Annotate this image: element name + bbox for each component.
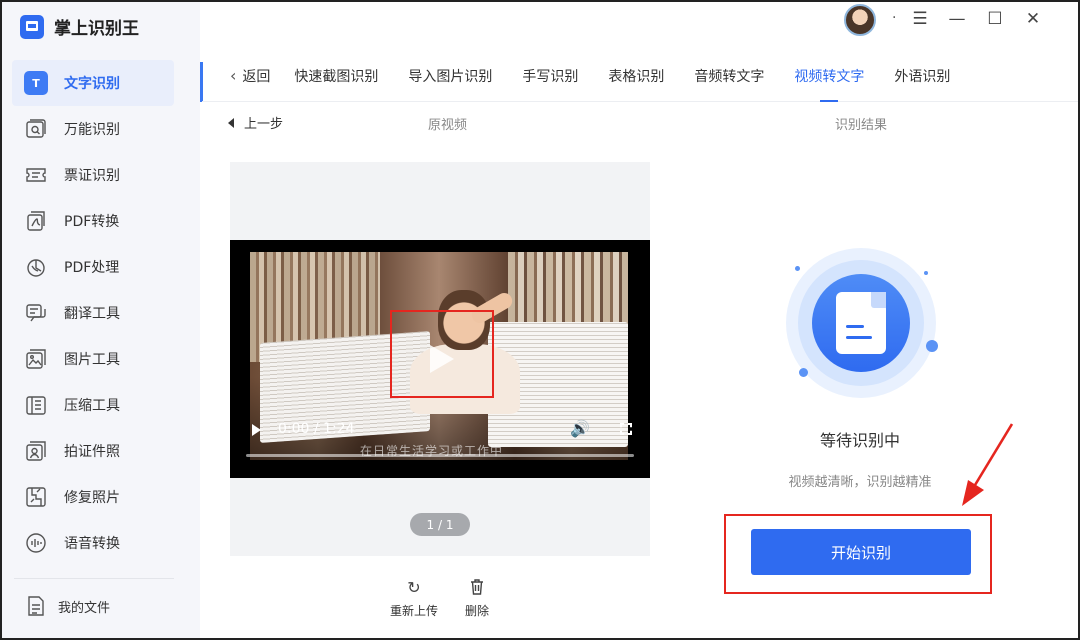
sidebar-item-label: 文字识别 <box>64 76 120 92</box>
sidebar-item-voice-convert[interactable]: 语音转换 <box>12 520 174 566</box>
decor-dot <box>795 266 800 271</box>
refresh-icon: ↻ <box>407 578 421 597</box>
close-button[interactable]: ✕ <box>1022 8 1044 30</box>
app-header: 掌上识别王 <box>20 14 139 39</box>
repair-photo-icon <box>24 485 48 509</box>
sidebar-item-compress[interactable]: 压缩工具 <box>12 382 174 428</box>
person-body <box>410 344 520 414</box>
tab-table[interactable]: 表格识别 <box>608 50 664 102</box>
minimize-icon: — <box>948 9 966 29</box>
close-icon: ✕ <box>1025 9 1041 29</box>
compress-icon <box>24 393 48 417</box>
app-logo-icon <box>20 14 44 39</box>
trash-icon <box>469 578 485 598</box>
tab-quick-screenshot[interactable]: 快速截图识别 <box>294 50 378 102</box>
result-label: 识别结果 <box>835 118 888 133</box>
reupload-label: 重新上传 <box>390 604 439 618</box>
title-bar: · ☰ — ☐ ✕ <box>780 0 1080 42</box>
sidebar-item-label: 修复照片 <box>64 490 120 506</box>
video-time: 0:00 / 1:24 <box>278 421 355 437</box>
ticket-icon <box>24 163 48 187</box>
pdf-convert-icon <box>24 209 48 233</box>
sidebar-item-text-recognition[interactable]: T 文字识别 <box>12 60 174 106</box>
document-line <box>846 325 864 328</box>
waiting-status: 等待识别中 <box>819 431 900 450</box>
volume-icon[interactable]: 🔊 <box>570 419 590 438</box>
control-play-icon[interactable] <box>252 424 261 436</box>
decor-dot <box>799 368 808 377</box>
sidebar-item-label: 万能识别 <box>64 122 120 138</box>
app-name: 掌上识别王 <box>54 19 139 39</box>
maximize-button[interactable]: ☐ <box>984 8 1006 30</box>
sidebar-item-label: 拍证件照 <box>64 444 120 460</box>
back-label: 返回 <box>242 68 271 85</box>
sidebar-item-label: PDF转换 <box>64 214 120 230</box>
sidebar-item-label: 票证识别 <box>64 168 120 184</box>
clarity-hint: 视频越清晰，识别越精准 <box>788 475 932 490</box>
sidebar-nav: T 文字识别 万能识别 票证识别 PDF转换 PDF处理 翻译工具 图片工具 压… <box>12 60 174 566</box>
image-tool-icon <box>24 347 48 371</box>
status-dot: · <box>892 10 897 26</box>
tab-foreign-language[interactable]: 外语识别 <box>894 50 950 102</box>
document-line <box>846 336 872 339</box>
start-recognition-button[interactable]: 开始识别 <box>751 529 971 575</box>
minimize-button[interactable]: — <box>946 8 968 30</box>
sidebar-divider <box>14 578 174 579</box>
delete-label: 删除 <box>465 604 490 618</box>
fullscreen-icon[interactable] <box>620 423 632 435</box>
back-button[interactable]: ‹ 返回 <box>230 66 270 86</box>
tab-handwriting[interactable]: 手写识别 <box>522 50 578 102</box>
avatar[interactable] <box>844 4 876 36</box>
tab-import-image[interactable]: 导入图片识别 <box>408 50 492 102</box>
sidebar-item-translate[interactable]: 翻译工具 <box>12 290 174 336</box>
sidebar-item-image-tool[interactable]: 图片工具 <box>12 336 174 382</box>
decor-dot <box>926 340 938 352</box>
previous-step-button[interactable]: 上一步 <box>228 113 283 132</box>
file-icon <box>24 594 48 618</box>
my-files-label: 我的文件 <box>58 600 111 616</box>
video-controls: 0:00 / 1:24 在日常生活学习或工作中 🔊 <box>230 416 650 458</box>
translate-icon <box>24 301 48 325</box>
id-photo-icon <box>24 439 48 463</box>
tab-audio-to-text[interactable]: 音频转文字 <box>694 50 764 102</box>
document-fold <box>871 292 886 308</box>
sidebar-item-pdf-process[interactable]: PDF处理 <box>12 244 174 290</box>
pdf-process-icon <box>24 255 48 279</box>
text-recognition-icon: T <box>24 71 48 95</box>
menu-icon: ☰ <box>912 9 928 29</box>
sidebar-item-pdf-convert[interactable]: PDF转换 <box>12 198 174 244</box>
tab-video-to-text[interactable]: 视频转文字 <box>794 50 864 102</box>
sidebar-item-label: PDF处理 <box>64 260 120 276</box>
delete-button[interactable]: 删除 <box>465 578 489 619</box>
triangle-left-icon <box>228 117 234 128</box>
tab-bar: ‹ 返回 快速截图识别 导入图片识别 手写识别 表格识别 音频转文字 视频转文字… <box>202 50 1078 102</box>
original-video-label: 原视频 <box>428 118 468 133</box>
previous-step-label: 上一步 <box>244 117 284 132</box>
sidebar: 掌上识别王 T 文字识别 万能识别 票证识别 PDF转换 PDF处理 翻译工具 <box>0 0 200 640</box>
video-progress-bar[interactable] <box>246 454 634 457</box>
page-indicator: 1 / 1 <box>410 513 470 536</box>
sidebar-item-label: 图片工具 <box>64 352 120 368</box>
chevron-left-icon: ‹ <box>230 66 237 85</box>
sidebar-item-label: 语音转换 <box>64 536 120 552</box>
sidebar-item-label: 压缩工具 <box>64 398 120 414</box>
sidebar-item-label: 翻译工具 <box>64 306 120 322</box>
my-files-link[interactable]: 我的文件 <box>24 594 110 618</box>
play-icon[interactable] <box>430 345 454 373</box>
maximize-icon: ☐ <box>987 9 1003 29</box>
sidebar-item-id-photo[interactable]: 拍证件照 <box>12 428 174 474</box>
sidebar-item-ticket[interactable]: 票证识别 <box>12 152 174 198</box>
voice-convert-icon <box>24 531 48 555</box>
universal-scan-icon <box>24 117 48 141</box>
sidebar-item-repair-photo[interactable]: 修复照片 <box>12 474 174 520</box>
decor-dot <box>924 271 928 275</box>
reupload-button[interactable]: ↻ 重新上传 <box>390 578 438 619</box>
sidebar-item-universal[interactable]: 万能识别 <box>12 106 174 152</box>
menu-button[interactable]: ☰ <box>909 8 931 30</box>
